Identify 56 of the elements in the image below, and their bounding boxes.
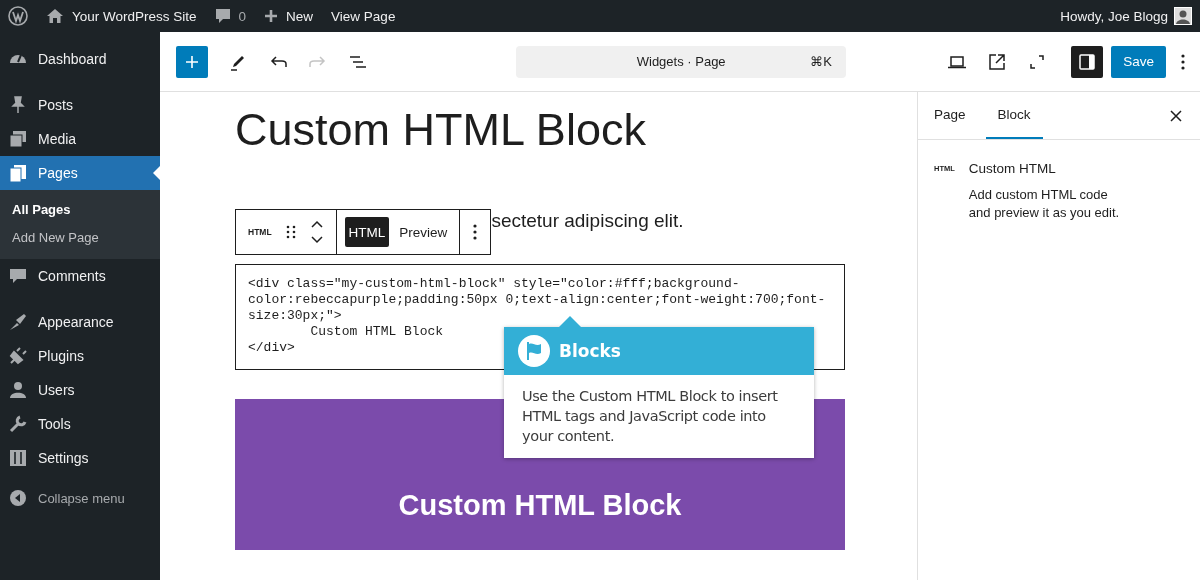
menu-item[interactable]: Tools xyxy=(0,407,160,441)
paragraph-text[interactable]: sectetur adipiscing elit. xyxy=(491,210,684,232)
command-bar[interactable]: Widgets · Page ⌘K xyxy=(516,45,846,78)
add-block-button[interactable] xyxy=(176,45,208,78)
move-up-down-icon[interactable] xyxy=(309,219,324,245)
mode-tab[interactable]: HTML xyxy=(344,217,390,247)
tooltip-body: Use the Custom HTML Block to insert HTML tags and JavaScript code into your content. xyxy=(521,387,779,446)
home-icon xyxy=(46,8,64,24)
greeting-link[interactable]: Howdy, Joe Blogg xyxy=(1060,8,1168,24)
menu-item[interactable]: Pages xyxy=(0,156,160,190)
comment-count[interactable]: 0 xyxy=(238,8,247,24)
sidebar-panel-icon xyxy=(1077,51,1098,72)
menu-item[interactable]: Appearance xyxy=(0,305,160,339)
site-name-link[interactable]: Your WordPress Site xyxy=(72,8,197,24)
submenu-item[interactable]: All Pages xyxy=(0,197,160,225)
mode-tab[interactable]: Preview xyxy=(395,217,452,247)
view-page-link[interactable]: View Page xyxy=(331,8,396,24)
media-icon xyxy=(8,129,28,149)
sidebar-tab[interactable]: Page xyxy=(922,92,978,139)
more-options-icon[interactable] xyxy=(472,223,479,241)
block-description: Add custom HTML code and preview it as you edit. xyxy=(968,186,1121,222)
pages-icon xyxy=(8,163,28,183)
preview-text: Custom HTML Block xyxy=(398,489,682,522)
user-icon xyxy=(8,380,28,400)
html-block-icon[interactable]: HTML xyxy=(248,227,272,237)
menu-item[interactable]: Posts xyxy=(0,88,160,122)
page-title[interactable]: Custom HTML Block xyxy=(235,104,845,156)
keyboard-shortcut: ⌘K xyxy=(810,54,832,69)
menu-item[interactable]: Comments xyxy=(0,259,160,293)
tooltip-title: Blocks xyxy=(559,341,621,361)
settings-button[interactable] xyxy=(1071,45,1104,78)
plug-icon xyxy=(8,346,28,366)
menu-item[interactable]: Settings xyxy=(0,441,160,475)
menu-item[interactable]: Dashboard xyxy=(0,42,160,76)
new-link[interactable]: New xyxy=(286,8,314,24)
wordpress-logo-icon[interactable] xyxy=(8,6,28,26)
close-icon[interactable] xyxy=(1170,109,1182,122)
save-button[interactable]: Save xyxy=(1111,45,1166,78)
avatar-icon xyxy=(1174,7,1192,25)
pin-icon xyxy=(8,95,28,115)
plus-icon xyxy=(264,9,279,23)
menu-item[interactable]: Plugins xyxy=(0,339,160,373)
menu-item[interactable]: Media xyxy=(0,122,160,156)
wrench-icon xyxy=(8,414,28,434)
flag-icon xyxy=(518,335,550,367)
more-options-icon[interactable] xyxy=(1180,52,1186,71)
submenu-item[interactable]: Add New Page xyxy=(0,225,160,253)
comment-bubble-icon xyxy=(214,8,231,24)
comment-icon xyxy=(8,266,28,286)
block-name: Custom HTML xyxy=(968,161,1057,176)
sidebar-tab[interactable]: Block xyxy=(985,92,1043,139)
collapse-menu-button[interactable]: Collapse menu xyxy=(0,481,160,515)
plus-icon xyxy=(184,53,200,70)
menu-item[interactable]: Users xyxy=(0,373,160,407)
drag-handle-icon[interactable] xyxy=(285,224,296,240)
external-link-icon[interactable] xyxy=(987,51,1008,72)
